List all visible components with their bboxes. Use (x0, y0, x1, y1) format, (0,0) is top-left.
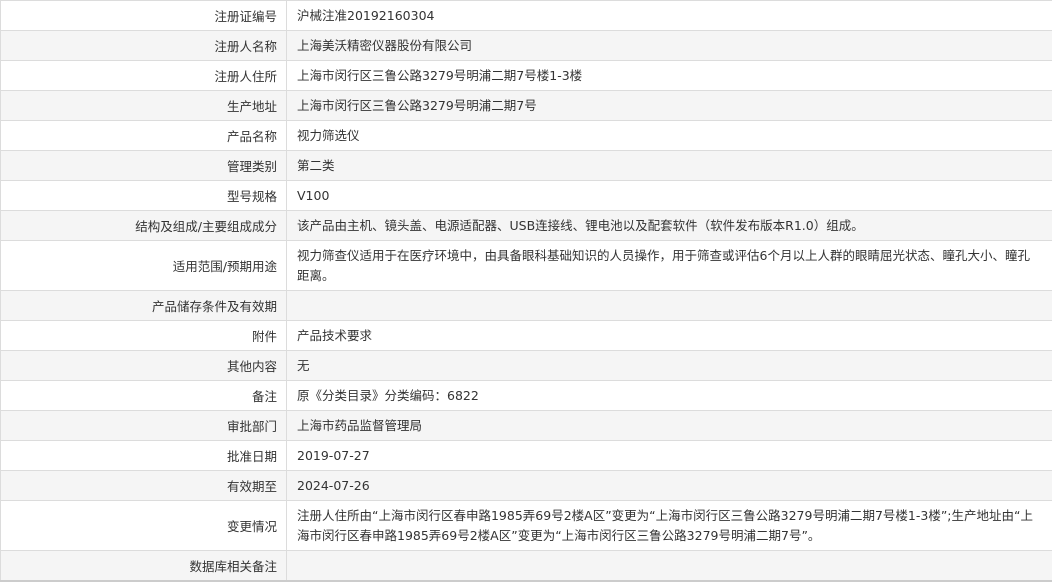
row-value: 视力筛查仪适用于在医疗环境中，由具备眼科基础知识的人员操作，用于筛查或评估6个月… (286, 240, 1052, 291)
table-row-registrant-address: 注册人住所 上海市闵行区三鲁公路3279号明浦二期7号楼1-3楼 (0, 60, 1052, 91)
row-value: 上海市闵行区三鲁公路3279号明浦二期7号 (286, 90, 1052, 121)
row-value: 2019-07-27 (286, 440, 1052, 471)
row-value: 上海美沃精密仪器股份有限公司 (286, 30, 1052, 61)
registration-record-table: 注册证编号 沪械注准20192160304 注册人名称 上海美沃精密仪器股份有限… (0, 0, 1052, 582)
row-value: 上海市闵行区三鲁公路3279号明浦二期7号楼1-3楼 (286, 60, 1052, 91)
table-row-structure-composition: 结构及组成/主要组成成分 该产品由主机、镜头盖、电源适配器、USB连接线、锂电池… (0, 210, 1052, 241)
row-label: 附件 (0, 320, 287, 351)
table-row-registration-number: 注册证编号 沪械注准20192160304 (0, 0, 1052, 31)
row-label: 注册人住所 (0, 60, 287, 91)
row-value: 产品技术要求 (286, 320, 1052, 351)
row-label: 批准日期 (0, 440, 287, 471)
table-row-model-spec: 型号规格 V100 (0, 180, 1052, 211)
row-label: 产品名称 (0, 120, 287, 151)
table-row-remarks: 备注 原《分类目录》分类编码：6822 (0, 380, 1052, 411)
row-value: 沪械注准20192160304 (286, 0, 1052, 31)
row-value: 第二类 (286, 150, 1052, 181)
row-label: 有效期至 (0, 470, 287, 501)
row-label: 产品储存条件及有效期 (0, 290, 287, 321)
row-value: 2024-07-26 (286, 470, 1052, 501)
row-value: V100 (286, 180, 1052, 211)
table-row-registrant-name: 注册人名称 上海美沃精密仪器股份有限公司 (0, 30, 1052, 61)
row-value (286, 550, 1052, 582)
row-label: 管理类别 (0, 150, 287, 181)
row-label: 备注 (0, 380, 287, 411)
table-row-valid-until: 有效期至 2024-07-26 (0, 470, 1052, 501)
row-label: 生产地址 (0, 90, 287, 121)
row-label: 数据库相关备注 (0, 550, 287, 582)
row-label: 型号规格 (0, 180, 287, 211)
table-row-other-content: 其他内容 无 (0, 350, 1052, 381)
table-row-management-category: 管理类别 第二类 (0, 150, 1052, 181)
row-label: 审批部门 (0, 410, 287, 441)
row-value: 上海市药品监督管理局 (286, 410, 1052, 441)
table-row-intended-use: 适用范围/预期用途 视力筛查仪适用于在医疗环境中，由具备眼科基础知识的人员操作，… (0, 240, 1052, 291)
row-value: 原《分类目录》分类编码：6822 (286, 380, 1052, 411)
row-label: 其他内容 (0, 350, 287, 381)
table-row-storage-validity: 产品储存条件及有效期 (0, 290, 1052, 321)
table-row-attachment: 附件 产品技术要求 (0, 320, 1052, 351)
table-row-approval-department: 审批部门 上海市药品监督管理局 (0, 410, 1052, 441)
row-value (286, 290, 1052, 321)
table-row-product-name: 产品名称 视力筛选仪 (0, 120, 1052, 151)
table-row-approval-date: 批准日期 2019-07-27 (0, 440, 1052, 471)
row-value: 该产品由主机、镜头盖、电源适配器、USB连接线、锂电池以及配套软件（软件发布版本… (286, 210, 1052, 241)
row-value: 视力筛选仪 (286, 120, 1052, 151)
table-row-change-history: 变更情况 注册人住所由“上海市闵行区春申路1985弄69号2楼A区”变更为“上海… (0, 500, 1052, 551)
table-row-database-remarks: 数据库相关备注 (0, 550, 1052, 582)
row-value: 注册人住所由“上海市闵行区春申路1985弄69号2楼A区”变更为“上海市闵行区三… (286, 500, 1052, 551)
row-label: 注册人名称 (0, 30, 287, 61)
row-value: 无 (286, 350, 1052, 381)
row-label: 结构及组成/主要组成成分 (0, 210, 287, 241)
row-label: 注册证编号 (0, 0, 287, 31)
row-label: 变更情况 (0, 500, 287, 551)
table-row-production-address: 生产地址 上海市闵行区三鲁公路3279号明浦二期7号 (0, 90, 1052, 121)
row-label: 适用范围/预期用途 (0, 240, 287, 291)
